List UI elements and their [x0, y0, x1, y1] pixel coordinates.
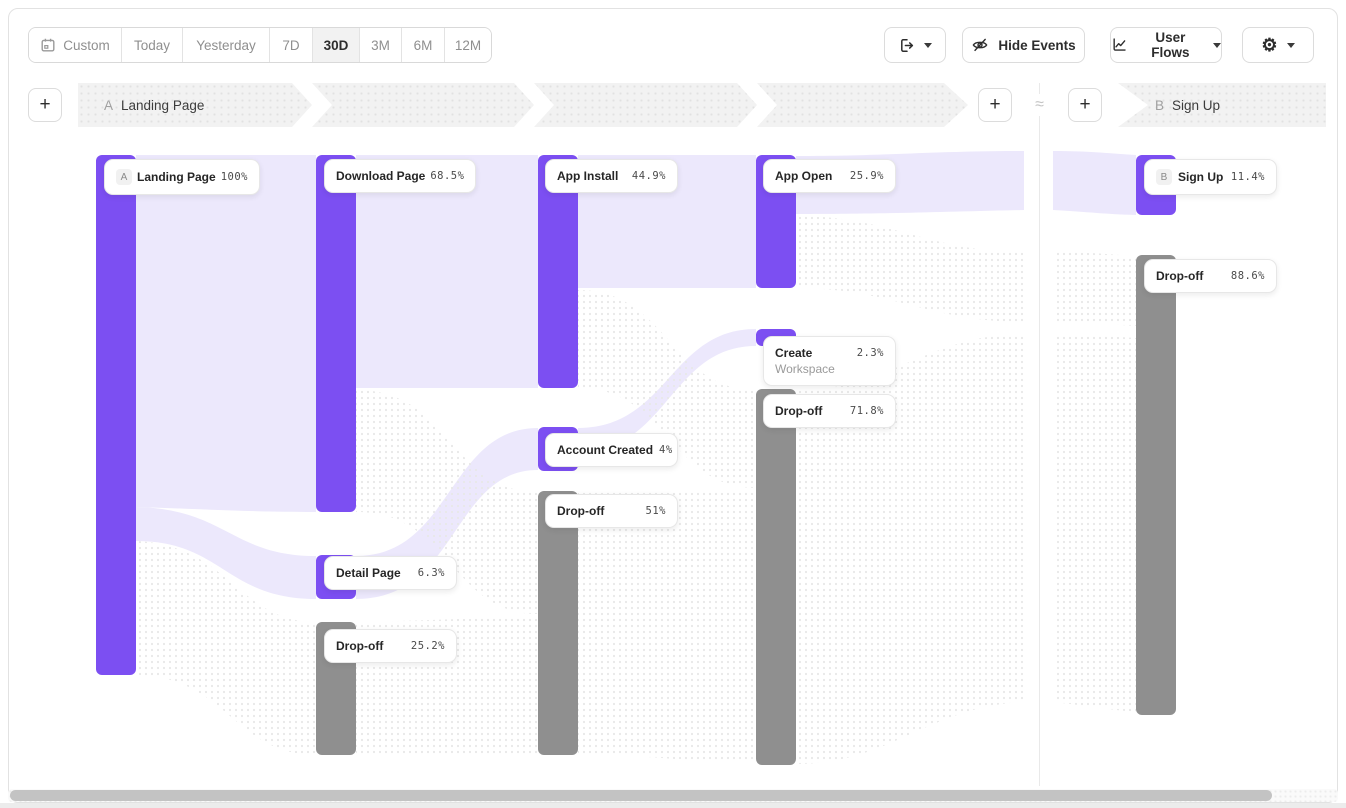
node-name: App Open: [775, 169, 832, 183]
node-label-dropoff-landing[interactable]: Drop-off 25.2%: [324, 629, 457, 663]
node-label-detail-page[interactable]: Detail Page 6.3%: [324, 556, 457, 590]
date-range-30d-selected[interactable]: 30D: [313, 28, 360, 62]
node-label-account-created[interactable]: Account Created 4%: [545, 433, 678, 467]
approx-connector[interactable]: ≈: [1027, 94, 1052, 116]
node-label-dropoff-open[interactable]: Drop-off 71.8%: [763, 394, 896, 428]
node-name: Drop-off: [775, 404, 822, 418]
date-range-12m[interactable]: 12M: [445, 28, 491, 62]
user-flows-app: Custom Today Yesterday 7D 30D 3M 6M 12M …: [0, 0, 1346, 808]
node-name: App Install: [557, 169, 618, 183]
funnel-step-b-title: B Sign Up: [1155, 83, 1220, 127]
date-range-label: Custom: [63, 38, 110, 53]
node-percent: 25.9%: [850, 170, 884, 182]
date-range-yesterday[interactable]: Yesterday: [183, 28, 270, 62]
step-badge: B: [1156, 169, 1172, 185]
date-range-today[interactable]: Today: [122, 28, 183, 62]
date-range-6m[interactable]: 6M: [402, 28, 445, 62]
gear-icon: ⚙: [1261, 36, 1277, 54]
add-step-button-middle[interactable]: +: [978, 88, 1012, 122]
date-range-label: 30D: [324, 38, 349, 53]
node-percent: 68.5%: [430, 170, 464, 182]
node-name: Drop-off: [336, 639, 383, 653]
node-name: Drop-off: [557, 504, 604, 518]
node-name-line2: Workspace: [775, 362, 835, 376]
user-flows-view-button[interactable]: User Flows: [1110, 27, 1222, 63]
node-bar-landing-page[interactable]: [96, 155, 136, 675]
section-divider: [1039, 83, 1040, 786]
node-label-row: Create 2.3%: [775, 346, 884, 360]
node-percent: 44.9%: [632, 170, 666, 182]
node-name: Landing Page: [137, 170, 216, 184]
node-label-sign-up[interactable]: B Sign Up 11.4%: [1144, 159, 1277, 195]
date-range-label: 3M: [371, 38, 390, 53]
node-label-app-install[interactable]: App Install 44.9%: [545, 159, 678, 193]
node-label-landing-page[interactable]: A Landing Page 100%: [104, 159, 260, 195]
node-bar-download-page[interactable]: [316, 155, 356, 512]
node-percent: 25.2%: [411, 640, 445, 652]
plus-icon: +: [1079, 95, 1090, 114]
hide-events-button[interactable]: Hide Events: [962, 27, 1085, 63]
date-range-7d[interactable]: 7D: [270, 28, 313, 62]
node-percent: 2.3%: [857, 347, 884, 359]
step-a-badge: A: [104, 98, 113, 113]
date-range-label: 7D: [282, 38, 299, 53]
node-name: Create: [775, 346, 812, 360]
date-range-label: 6M: [414, 38, 433, 53]
date-range-3m[interactable]: 3M: [360, 28, 402, 62]
node-bar-dropoff-signup[interactable]: [1136, 255, 1176, 715]
page-bottom-strip: [0, 803, 1346, 808]
node-label-app-open[interactable]: App Open 25.9%: [763, 159, 896, 193]
node-percent: 6.3%: [418, 567, 445, 579]
funnel-step-bar-b[interactable]: [1118, 83, 1326, 127]
date-range-label: 12M: [455, 38, 481, 53]
node-label-row: Workspace: [775, 362, 884, 376]
date-range-label: Yesterday: [196, 38, 256, 53]
chevron-down-icon: [1213, 43, 1221, 48]
node-label-dropoff-signup[interactable]: Drop-off 88.6%: [1144, 259, 1277, 293]
node-percent: 88.6%: [1231, 270, 1265, 282]
settings-button[interactable]: ⚙: [1242, 27, 1314, 63]
calendar-icon: [40, 37, 56, 53]
node-name: Sign Up: [1178, 170, 1223, 184]
step-badge: A: [116, 169, 132, 185]
node-percent: 4%: [659, 444, 673, 456]
export-icon: [898, 37, 915, 54]
node-label-dropoff-install[interactable]: Drop-off 51%: [545, 494, 678, 528]
chevron-down-icon: [924, 43, 932, 48]
horizontal-scrollbar-thumb[interactable]: [10, 790, 1272, 801]
node-name: Detail Page: [336, 566, 401, 580]
funnel-step-a-title: A Landing Page: [104, 83, 204, 127]
node-bar-dropoff-open[interactable]: [756, 389, 796, 765]
add-step-button-left[interactable]: +: [28, 88, 62, 122]
date-range-selector: Custom Today Yesterday 7D 30D 3M 6M 12M: [28, 27, 492, 63]
line-chart-icon: [1111, 36, 1128, 54]
node-label-download-page[interactable]: Download Page 68.5%: [324, 159, 476, 193]
export-button[interactable]: [884, 27, 946, 63]
chevron-down-icon: [1287, 43, 1295, 48]
plus-icon: +: [39, 95, 50, 114]
node-name: Drop-off: [1156, 269, 1203, 283]
node-percent: 51%: [646, 505, 666, 517]
date-range-label: Today: [134, 38, 170, 53]
node-percent: 11.4%: [1231, 171, 1265, 183]
node-bar-dropoff-install[interactable]: [538, 491, 578, 755]
hide-events-label: Hide Events: [998, 38, 1075, 53]
user-flows-label: User Flows: [1137, 30, 1204, 60]
node-label-create-workspace[interactable]: Create 2.3% Workspace: [763, 336, 896, 386]
add-step-button-right[interactable]: +: [1068, 88, 1102, 122]
plus-icon: +: [989, 95, 1000, 114]
step-b-badge: B: [1155, 98, 1164, 113]
node-percent: 71.8%: [850, 405, 884, 417]
step-a-label: Landing Page: [121, 98, 204, 113]
date-range-custom[interactable]: Custom: [29, 28, 122, 62]
node-name: Download Page: [336, 169, 425, 183]
node-percent: 100%: [221, 171, 248, 183]
node-name: Account Created: [557, 443, 653, 457]
step-b-label: Sign Up: [1172, 98, 1220, 113]
eye-off-icon: [971, 36, 989, 54]
